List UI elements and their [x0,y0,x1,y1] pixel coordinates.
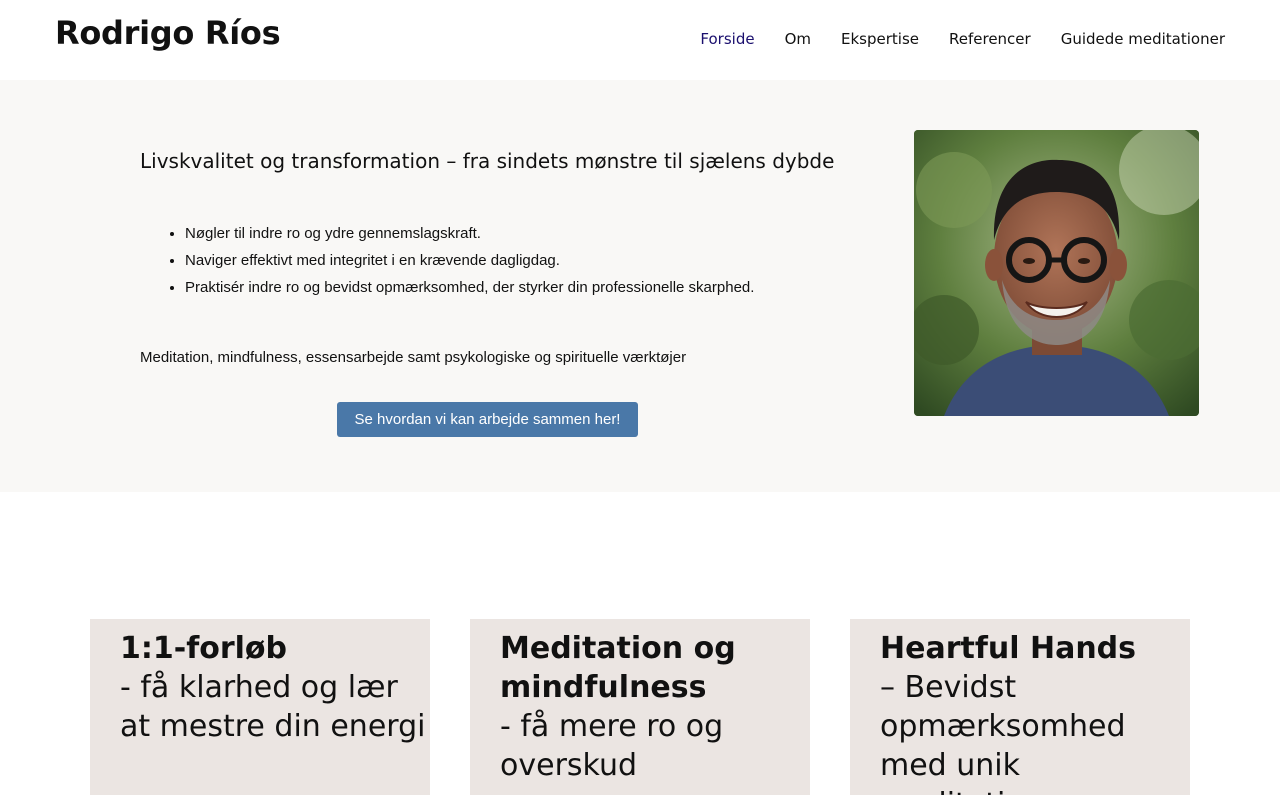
card-subtitle: - få klarhed og lær at mestre din energi [120,670,426,744]
card-text: Meditation og mindfulness - få mere ro o… [500,629,810,785]
service-card-meditation-mindfulness[interactable]: Meditation og mindfulness - få mere ro o… [470,619,810,795]
nav-item-om[interactable]: Om [785,30,811,48]
nav-item-guidede-meditationer[interactable]: Guidede meditationer [1061,30,1225,48]
portrait-photo [914,130,1199,416]
card-subtitle: – Bevidst opmærksomhed med unik meditati… [880,670,1126,795]
main-nav: Forside Om Ekspertise Referencer Guidede… [700,30,1225,48]
nav-item-forside[interactable]: Forside [700,30,754,48]
card-title: Heartful Hands [880,631,1137,666]
card-subtitle: - få mere ro og overskud [500,709,724,783]
nav-item-ekspertise[interactable]: Ekspertise [841,30,919,48]
hero-heading: Livskvalitet og transformation – fra sin… [140,149,835,173]
hero-subtext: Meditation, mindfulness, essensarbejde s… [140,349,687,366]
site-title-link[interactable]: Rodrigo Ríos [55,14,281,52]
card-title: 1:1-forløb [120,631,288,666]
hero-bullet: Nøgler til indre ro og ydre gennemslagsk… [185,224,754,251]
hero-bullet: Praktisér indre ro og bevidst opmærksomh… [185,278,754,305]
hero-bullet-list: Nøgler til indre ro og ydre gennemslagsk… [185,224,754,305]
hero-bullet: Naviger effektivt med integritet i en kr… [185,251,754,278]
card-title: Meditation og mindfulness [500,631,736,705]
site-header: Rodrigo Ríos Forside Om Ekspertise Refer… [0,0,1280,80]
service-card-1-til-1-forloeb[interactable]: 1:1-forløb - få klarhed og lær at mestre… [90,619,430,795]
hero-section: Livskvalitet og transformation – fra sin… [0,80,1280,492]
service-card-heartful-hands[interactable]: Heartful Hands – Bevidst opmærksomhed me… [850,619,1190,795]
cta-button[interactable]: Se hvordan vi kan arbejde sammen her! [337,402,638,437]
card-text: 1:1-forløb - få klarhed og lær at mestre… [120,629,430,746]
nav-item-referencer[interactable]: Referencer [949,30,1031,48]
card-text: Heartful Hands – Bevidst opmærksomhed me… [880,629,1190,795]
